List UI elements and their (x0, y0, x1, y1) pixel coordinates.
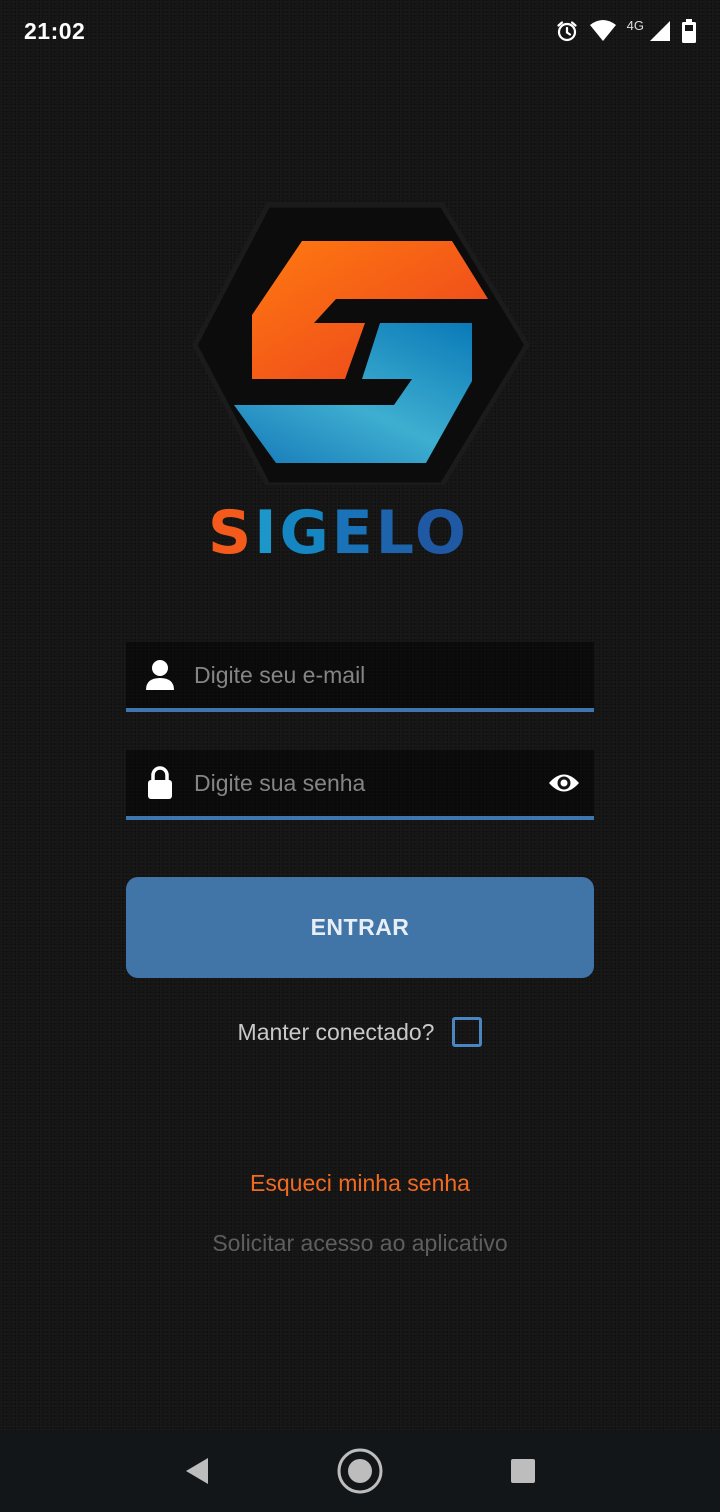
cell-signal-icon (648, 19, 672, 43)
alarm-icon (555, 19, 579, 43)
keep-connected-label: Manter conectado? (237, 1018, 435, 1045)
keep-connected-checkbox[interactable] (452, 1017, 483, 1047)
password-input[interactable] (194, 750, 534, 816)
status-icons: 4G (555, 17, 696, 43)
brand-wordmark: SIGELO (208, 500, 513, 566)
keep-connected-row: Manter conectado? (0, 1012, 720, 1052)
brand-letter: G (279, 498, 332, 568)
recents-icon[interactable] (493, 1441, 553, 1501)
email-field[interactable] (126, 642, 594, 712)
lock-icon (126, 766, 194, 800)
user-icon (126, 659, 194, 691)
brand-letter: L (375, 498, 415, 568)
status-time: 21:02 (24, 17, 86, 44)
request-access-link[interactable]: Solicitar acesso ao aplicativo (0, 1230, 720, 1257)
eye-icon[interactable] (534, 772, 594, 794)
network-type-label: 4G (626, 17, 644, 33)
brand-letter: E (331, 498, 376, 568)
battery-icon (682, 19, 696, 43)
wifi-icon (589, 19, 617, 43)
brand-letter: I (254, 498, 280, 568)
back-icon[interactable] (167, 1441, 227, 1501)
email-input[interactable] (194, 642, 594, 708)
status-bar: 21:02 4G (0, 0, 720, 62)
brand-letter: S (208, 498, 255, 568)
enter-button[interactable]: ENTRAR (126, 877, 594, 978)
forgot-password-link[interactable]: Esqueci minha senha (0, 1170, 720, 1197)
brand-letter: O (414, 498, 469, 568)
password-field[interactable] (126, 750, 594, 820)
home-icon[interactable] (330, 1441, 390, 1501)
navigation-bar (0, 1430, 720, 1512)
